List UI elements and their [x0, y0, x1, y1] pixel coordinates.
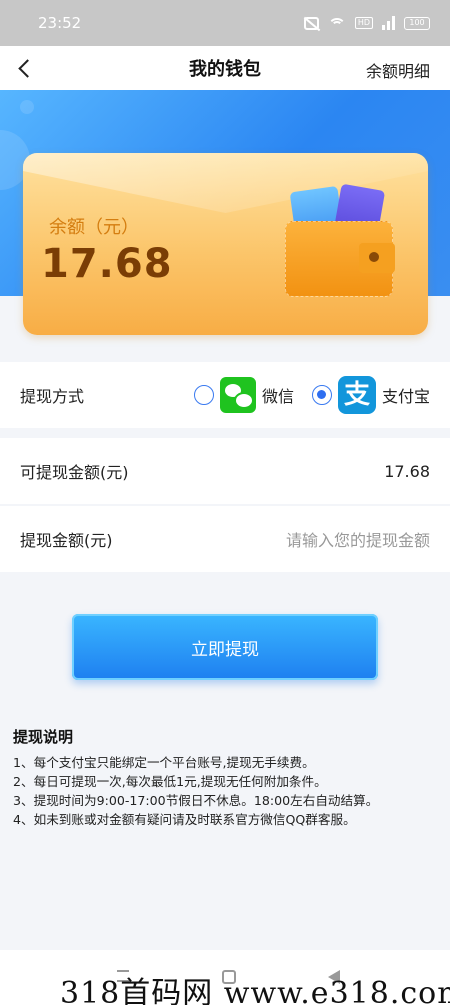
status-bar: 23:52 HD 100	[0, 0, 450, 46]
note-item: 2、每日可提现一次,每次最低1元,提现无任何附加条件。	[13, 774, 327, 789]
withdraw-notes: 提现说明 1、每个支付宝只能绑定一个平台账号,提现无手续费。 2、每日可提现一次…	[13, 726, 443, 829]
wechat-label[interactable]: 微信	[262, 383, 294, 407]
withdraw-now-button[interactable]: 立即提现	[72, 614, 378, 680]
withdraw-amount-input[interactable]: 请输入您的提现金额	[286, 527, 430, 551]
withdraw-method-label: 提现方式	[20, 387, 85, 406]
notes-title: 提现说明	[13, 728, 74, 746]
note-item: 1、每个支付宝只能绑定一个平台账号,提现无手续费。	[13, 755, 315, 770]
balance-label: 余额（元）	[49, 217, 139, 238]
status-icons: HD 100	[303, 16, 430, 30]
available-amount-value: 17.68	[384, 461, 430, 481]
wifi-icon	[327, 16, 346, 30]
withdraw-amount-label: 提现金额(元)	[20, 531, 113, 550]
available-amount-row: 可提现金额(元) 17.68	[0, 438, 450, 504]
alipay-radio[interactable]	[311, 385, 332, 405]
available-amount-label: 可提现金额(元)	[20, 463, 129, 482]
hd-icon: HD	[354, 17, 373, 29]
withdraw-amount-row[interactable]: 提现金额(元) 请输入您的提现金额	[0, 506, 450, 572]
withdraw-method-options: 微信 支 支付宝	[193, 376, 430, 414]
decor-bubble	[20, 100, 34, 114]
note-item: 3、提现时间为9:00-17:00节假日不休息。18:00左右自动结算。	[13, 793, 379, 808]
balance-details-link[interactable]: 余额明细	[366, 58, 430, 82]
page-title: 我的钱包	[189, 59, 261, 80]
balance-value: 17.68	[41, 241, 173, 287]
wechat-radio[interactable]	[193, 385, 214, 405]
balance-card: 余额（元） 17.68	[23, 153, 428, 335]
alipay-label[interactable]: 支付宝	[382, 383, 430, 407]
withdraw-method-row: 提现方式 微信 支 支付宝	[0, 362, 450, 428]
back-icon[interactable]	[14, 56, 38, 80]
watermark: 318首码网 www.e318.com	[60, 976, 450, 1005]
note-item: 4、如未到账或对金额有疑问请及时联系官方微信QQ群客服。	[13, 812, 356, 827]
mute-icon	[303, 16, 319, 30]
alipay-icon[interactable]: 支	[337, 376, 376, 414]
battery-icon: 100	[404, 16, 430, 30]
nav-bar: 我的钱包 余额明细	[0, 46, 450, 90]
wallet-icon	[285, 183, 400, 298]
wechat-icon[interactable]	[219, 377, 256, 413]
signal-icon	[382, 16, 395, 30]
status-time: 23:52	[38, 14, 82, 32]
